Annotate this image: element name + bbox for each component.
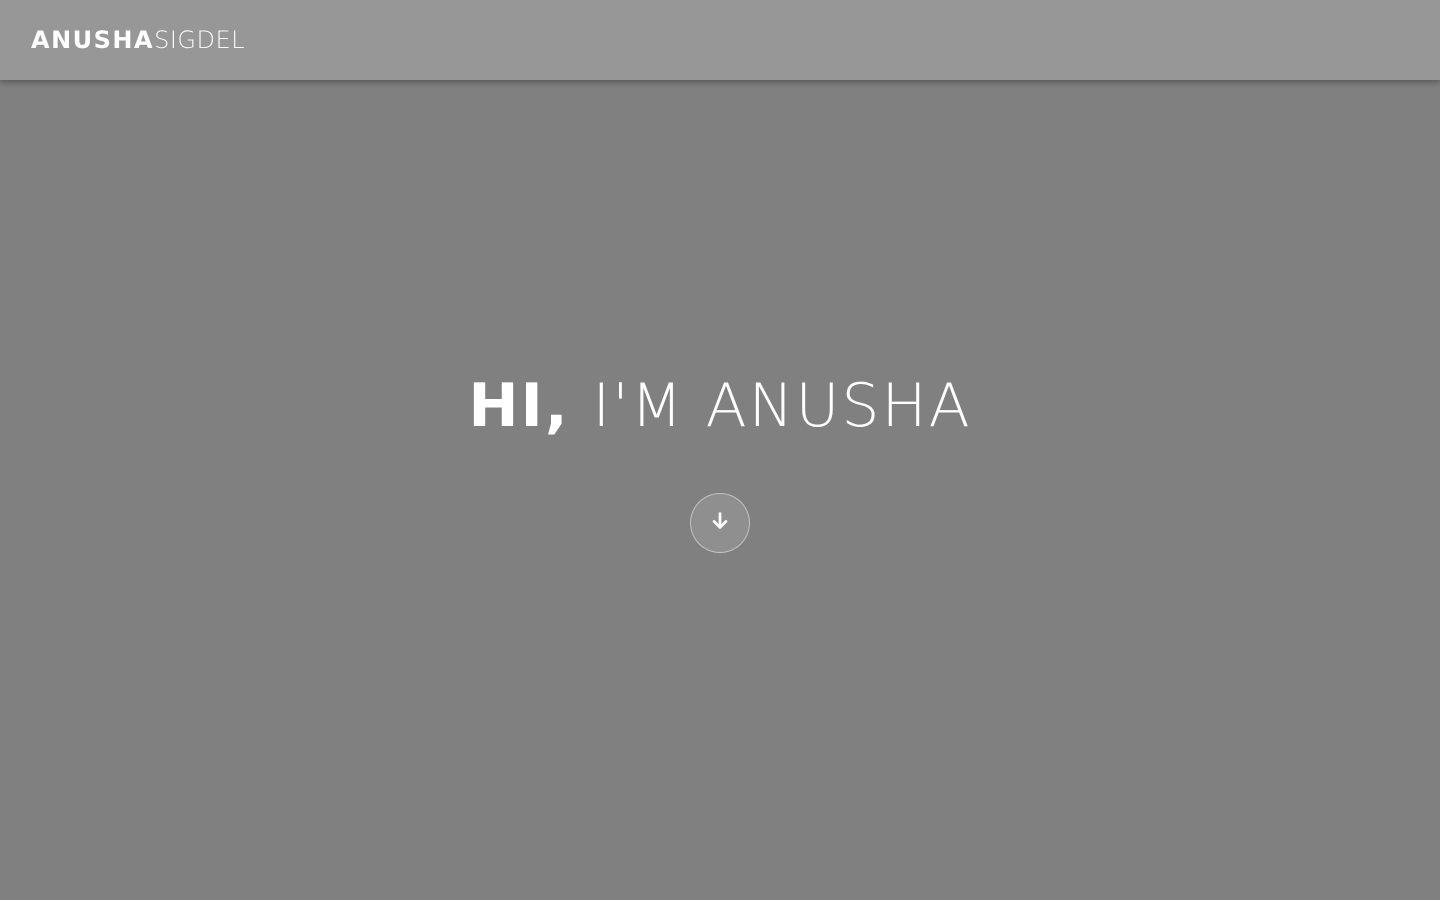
- brand-logo[interactable]: ANUSHA SIGDEL: [31, 26, 245, 54]
- arrow-down-icon: [709, 510, 731, 536]
- hero-section: HI, I'M ANUSHA: [0, 80, 1440, 900]
- hero-greeting: HI,: [468, 371, 570, 441]
- navbar: ANUSHA SIGDEL: [0, 0, 1440, 80]
- hero-intro: I'M ANUSHA: [592, 371, 972, 441]
- brand-last-name: SIGDEL: [154, 26, 246, 54]
- scroll-down-button[interactable]: [690, 493, 750, 553]
- brand-first-name: ANUSHA: [31, 26, 155, 54]
- hero-headline: HI, I'M ANUSHA: [0, 368, 1440, 444]
